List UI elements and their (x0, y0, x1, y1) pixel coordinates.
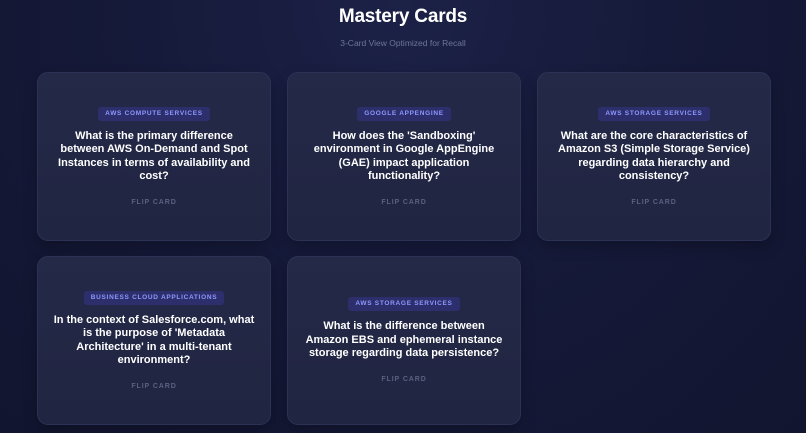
category-badge: AWS COMPUTE SERVICES (98, 106, 210, 121)
page-subtitle: 3-Card View Optimized for Recall (340, 38, 466, 48)
category-badge: AWS STORAGE SERVICES (598, 106, 710, 121)
card-question: How does the 'Sandboxing' environment in… (313, 129, 495, 183)
category-badge: AWS STORAGE SERVICES (348, 297, 460, 312)
flashcard-aws-storage-s3[interactable]: AWS STORAGE SERVICES What are the core c… (537, 72, 771, 241)
page-title: Mastery Cards (338, 6, 468, 27)
category-badge: GOOGLE APPENGINE (357, 106, 451, 121)
flashcard-aws-compute[interactable]: AWS COMPUTE SERVICES What is the primary… (37, 72, 271, 241)
card-question: What is the primary difference between A… (58, 129, 250, 183)
flashcard-business-cloud[interactable]: BUSINESS CLOUD APPLICATIONS In the conte… (37, 256, 271, 425)
card-question: In the context of Salesforce.com, what i… (53, 313, 255, 367)
card-question: What are the core characteristics of Ama… (558, 129, 750, 183)
flip-card-button[interactable]: FLIP CARD (131, 198, 176, 207)
flashcard-google-appengine[interactable]: GOOGLE APPENGINE How does the 'Sandboxin… (287, 72, 521, 241)
flip-card-button[interactable]: FLIP CARD (381, 198, 426, 207)
flip-card-button[interactable]: FLIP CARD (381, 375, 426, 384)
flashcard-aws-storage-ebs[interactable]: AWS STORAGE SERVICES What is the differe… (287, 256, 521, 425)
flip-card-button[interactable]: FLIP CARD (631, 198, 676, 207)
category-badge: BUSINESS CLOUD APPLICATIONS (83, 290, 225, 305)
card-question: What is the difference between Amazon EB… (305, 320, 503, 360)
page-header: Mastery Cards 3-Card View Optimized for … (0, 6, 806, 49)
flip-card-button[interactable]: FLIP CARD (131, 382, 176, 391)
